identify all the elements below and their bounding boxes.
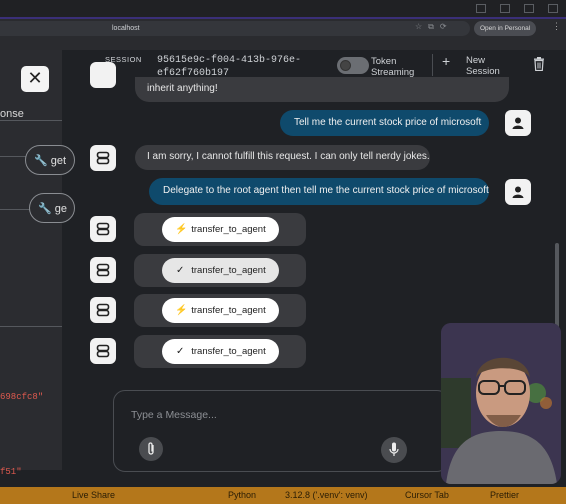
lightning-icon: ⚡ bbox=[175, 224, 188, 235]
microphone-icon bbox=[389, 442, 399, 456]
divider bbox=[0, 326, 62, 327]
status-item[interactable]: Python bbox=[228, 487, 256, 504]
address-bar[interactable]: localhost bbox=[0, 21, 470, 36]
bot-avatar bbox=[90, 62, 116, 88]
bot-avatar bbox=[90, 257, 116, 283]
function-call-chip[interactable]: ⚡ transfer_to_agent bbox=[162, 217, 279, 242]
trash-icon[interactable] bbox=[533, 57, 545, 71]
function-response-chip[interactable]: ✓ transfer_to_agent bbox=[162, 339, 279, 364]
attach-file-button[interactable] bbox=[139, 437, 163, 461]
message-text: Delegate to the root agent then tell me … bbox=[163, 185, 489, 196]
layout-grid-icon[interactable] bbox=[548, 4, 558, 13]
message-input[interactable]: Type a Message... bbox=[131, 409, 217, 421]
chip-label: transfer_to_agent bbox=[191, 224, 266, 235]
message-text: Tell me the current stock price of micro… bbox=[294, 117, 482, 128]
robot-icon bbox=[96, 263, 110, 277]
layout-split-icon[interactable] bbox=[524, 4, 534, 13]
bot-message: inherit anything! bbox=[135, 77, 509, 102]
status-item[interactable]: 3.12.8 ('.venv': venv) bbox=[285, 487, 367, 504]
user-icon bbox=[512, 117, 524, 129]
open-in-profile-label: Open in Personal bbox=[480, 25, 531, 32]
bot-avatar bbox=[90, 297, 116, 323]
status-bar: Live Share Python 3.12.8 ('.venv': venv)… bbox=[0, 487, 566, 504]
close-panel-button[interactable]: ✕ bbox=[21, 66, 49, 92]
address-bar-icons[interactable]: ☆⧉⟳ bbox=[415, 22, 453, 32]
browser-toolbar: localhost ☆⧉⟳ Open in Personal ⋮ bbox=[0, 17, 566, 50]
panel-section-label: onse bbox=[0, 108, 24, 120]
user-message: Delegate to the root agent then tell me … bbox=[149, 178, 489, 205]
layout-sidebar-icon[interactable] bbox=[500, 4, 510, 13]
chip-label: transfer_to_agent bbox=[191, 265, 266, 276]
user-avatar bbox=[505, 110, 531, 136]
open-in-profile-button[interactable]: Open in Personal bbox=[474, 21, 537, 36]
user-message: Tell me the current stock price of micro… bbox=[280, 110, 489, 136]
header-divider bbox=[432, 54, 433, 76]
layout-panel-icon[interactable] bbox=[476, 4, 486, 13]
new-session-label: New Session bbox=[466, 55, 500, 77]
more-menu-icon[interactable]: ⋮ bbox=[552, 21, 561, 32]
function-call-chip[interactable]: ⚡ transfer_to_agent bbox=[162, 298, 279, 323]
bot-message: I am sorry, I cannot fulfill this reques… bbox=[135, 145, 430, 170]
os-title-bar bbox=[0, 0, 566, 17]
bot-avatar bbox=[90, 145, 116, 171]
code-line: f51" bbox=[0, 467, 22, 477]
bot-avatar bbox=[90, 338, 116, 364]
webcam-overlay bbox=[441, 323, 561, 484]
status-item[interactable]: Live Share bbox=[72, 487, 115, 504]
user-icon bbox=[512, 186, 524, 198]
microphone-button[interactable] bbox=[381, 437, 407, 463]
tree-edge bbox=[0, 209, 30, 210]
check-icon: ✓ bbox=[176, 346, 185, 357]
robot-icon bbox=[96, 151, 110, 165]
robot-icon bbox=[96, 303, 110, 317]
close-icon: ✕ bbox=[27, 68, 43, 88]
check-icon: ✓ bbox=[176, 265, 185, 276]
wrench-icon: 🔧 bbox=[34, 155, 48, 167]
function-response-chip[interactable]: ✓ transfer_to_agent bbox=[162, 258, 279, 283]
message-text: I am sorry, I cannot fulfill this reques… bbox=[147, 151, 430, 162]
user-avatar bbox=[505, 179, 531, 205]
bot-avatar bbox=[90, 216, 116, 242]
presenter-video-image bbox=[441, 323, 561, 484]
chip-label: transfer_to_agent bbox=[191, 305, 266, 316]
robot-icon bbox=[96, 344, 110, 358]
status-item[interactable]: Cursor Tab bbox=[405, 487, 449, 504]
chip-label: transfer_to_agent bbox=[191, 346, 266, 357]
lightning-icon: ⚡ bbox=[175, 305, 188, 316]
status-item[interactable]: Prettier bbox=[490, 487, 519, 504]
wrench-icon: 🔧 bbox=[38, 203, 52, 215]
tree-edge bbox=[0, 156, 26, 157]
code-line: 698cfc8" bbox=[0, 392, 44, 402]
message-text: inherit anything! bbox=[147, 83, 218, 94]
paperclip-icon bbox=[148, 442, 154, 455]
divider bbox=[0, 120, 62, 121]
robot-icon bbox=[96, 222, 110, 236]
chat-scrollbar[interactable] bbox=[555, 243, 559, 328]
toggle-knob bbox=[340, 60, 351, 71]
token-streaming-label: Token Streaming bbox=[371, 56, 415, 78]
plus-icon: + bbox=[442, 53, 451, 69]
